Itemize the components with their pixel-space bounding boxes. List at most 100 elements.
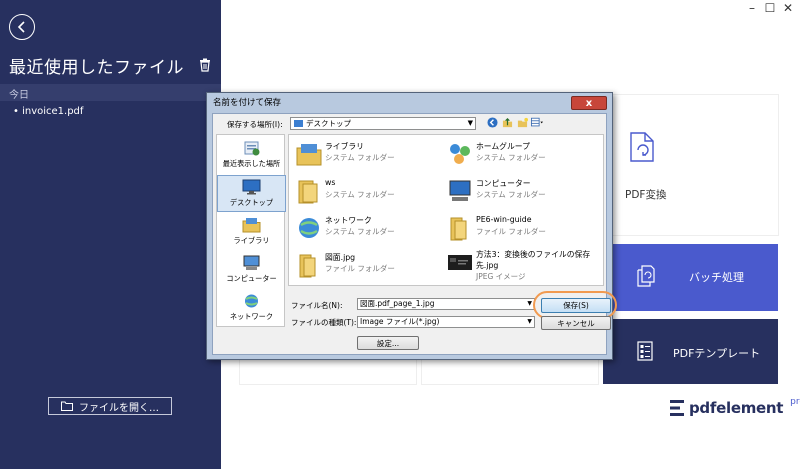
file-type: システム フォルダー	[476, 153, 546, 162]
open-file-label: ファイルを開く…	[79, 402, 159, 414]
file-type: システム フォルダー	[325, 153, 395, 162]
filename-label: ファイル名(N):	[291, 301, 343, 310]
desktop-icon	[242, 179, 261, 195]
folder-open-icon	[61, 401, 73, 411]
place-library[interactable]: ライブラリ	[217, 214, 286, 251]
file-name: PE6-win-guide	[476, 215, 532, 224]
location-select[interactable]: デスクトップ ▼	[290, 117, 476, 130]
minimize-icon[interactable]: –	[746, 1, 758, 15]
save-as-dialog: 名前を付けて保存 x 保存する場所(I): デスクトップ ▼ 最近表示した場所 …	[206, 92, 617, 360]
computer-icon	[449, 180, 471, 201]
homegroup-icon	[450, 144, 470, 164]
file-name: 方法3：変換後のファイルの保存	[476, 250, 591, 259]
chevron-down-icon: ▼	[527, 318, 532, 325]
pdf-template-card[interactable]: PDFテンプレート	[603, 319, 778, 384]
filetype-select[interactable]: Image ファイル(*.jpg) ▼	[357, 316, 535, 328]
brand-logo: pdfelement pro	[670, 397, 800, 417]
save-button[interactable]: 保存(S)	[541, 298, 611, 313]
file-item[interactable]: ライブラリ システム フォルダー	[293, 139, 443, 172]
open-file-button[interactable]: ファイルを開く…	[48, 397, 172, 415]
dialog-close-button[interactable]: x	[571, 96, 607, 110]
file-type: システム フォルダー	[476, 190, 546, 199]
dialog-body: 保存する場所(I): デスクトップ ▼ 最近表示した場所 デスクトップ ライブラ…	[212, 113, 617, 355]
folder-icon	[450, 217, 467, 241]
pdf-convert-icon	[630, 132, 654, 162]
trash-icon[interactable]	[199, 58, 211, 72]
file-list: ライブラリ システム フォルダー ホームグループ システム フォルダー ws シ…	[288, 134, 604, 286]
window-controls: – ☐ ✕	[746, 1, 794, 15]
file-type: JPEG イメージ	[476, 272, 526, 281]
place-network-label: ネットワーク	[229, 312, 274, 321]
file-name: 図面.jpg	[325, 253, 356, 262]
back-nav-icon[interactable]	[486, 116, 498, 128]
library-icon	[296, 144, 322, 166]
place-computer[interactable]: コンピューター	[217, 252, 286, 289]
place-desktop[interactable]: デスクトップ	[217, 175, 286, 212]
recent-file-name: invoice1.pdf	[22, 106, 84, 117]
template-label: PDFテンプレート	[673, 347, 761, 360]
pdf-convert-label: PDF変換	[625, 189, 667, 201]
filetype-label: ファイルの種類(T):	[291, 318, 357, 327]
batch-process-card[interactable]: バッチ処理	[603, 244, 778, 311]
dialog-nav-toolbar	[486, 116, 543, 128]
save-in-label: 保存する場所(I):	[227, 120, 283, 129]
place-network[interactable]: ネットワーク	[217, 290, 286, 327]
template-icon	[637, 341, 653, 361]
location-value: デスクトップ	[306, 119, 351, 128]
pdf-convert-card[interactable]: PDF変換	[603, 95, 778, 235]
place-computer-label: コンピューター	[226, 274, 277, 283]
filetype-value: Image ファイル(*.jpg)	[360, 317, 440, 326]
view-menu-icon[interactable]	[531, 116, 543, 128]
chevron-down-icon: ▼	[467, 119, 473, 127]
file-type: ファイル フォルダー	[325, 264, 395, 273]
file-name: ホームグループ	[476, 142, 530, 151]
maximize-icon[interactable]: ☐	[764, 1, 776, 15]
back-button[interactable]	[9, 14, 35, 40]
today-section-header: 今日	[0, 84, 221, 101]
file-item[interactable]: ws システム フォルダー	[293, 176, 443, 209]
pdfelement-logo-icon	[670, 400, 684, 416]
user-folder-icon	[298, 180, 318, 204]
filename-value: 図面.pdf_page_1.jpg	[360, 299, 435, 308]
folder-icon	[299, 254, 316, 278]
up-folder-icon[interactable]	[501, 116, 513, 128]
desktop-small-icon	[294, 120, 303, 127]
file-item[interactable]: 方法3：変換後のファイルの保存 先.jpg JPEG イメージ	[444, 247, 594, 281]
recent-files-panel: 最近使用したファイル 今日 • invoice1.pdf ファイルを開く…	[0, 0, 221, 469]
recent-file-item[interactable]: • invoice1.pdf	[13, 106, 83, 117]
file-name: ライブラリ	[325, 142, 364, 151]
file-type: システム フォルダー	[325, 227, 395, 236]
image-thumbnail-icon	[448, 255, 472, 270]
file-name: コンピューター	[476, 179, 531, 188]
back-arrow-icon	[17, 21, 25, 33]
file-name: ネットワーク	[325, 216, 372, 225]
place-library-label: ライブラリ	[233, 236, 270, 245]
cancel-button[interactable]: キャンセル	[541, 316, 611, 330]
file-item[interactable]: ネットワーク システム フォルダー	[293, 213, 443, 246]
file-item[interactable]: コンピューター システム フォルダー	[444, 176, 594, 209]
computer-icon	[243, 255, 260, 270]
file-name-line2: 先.jpg	[476, 261, 499, 270]
file-name: ws	[325, 178, 336, 187]
place-recent[interactable]: 最近表示した場所	[217, 137, 286, 174]
network-icon	[245, 294, 258, 308]
file-item[interactable]: PE6-win-guide ファイル フォルダー	[444, 213, 594, 246]
network-icon	[299, 218, 319, 238]
recent-places-icon	[244, 141, 260, 156]
new-folder-icon[interactable]	[516, 116, 528, 128]
close-icon[interactable]: ✕	[782, 1, 794, 15]
batch-icon	[637, 265, 655, 287]
library-icon	[242, 218, 261, 233]
places-sidebar: 最近表示した場所 デスクトップ ライブラリ コンピューター ネットワーク	[216, 134, 286, 327]
settings-button[interactable]: 設定...	[357, 336, 419, 350]
filename-input[interactable]: 図面.pdf_page_1.jpg ▼	[357, 298, 535, 310]
brand-edition: pro	[790, 397, 800, 407]
place-recent-label: 最近表示した場所	[222, 159, 281, 168]
file-type: ファイル フォルダー	[476, 227, 546, 236]
panel-title: 最近使用したファイル	[9, 58, 184, 78]
dialog-title: 名前を付けて保存	[213, 98, 282, 108]
file-item[interactable]: ホームグループ システム フォルダー	[444, 139, 594, 172]
file-item[interactable]: 図面.jpg ファイル フォルダー	[293, 250, 443, 283]
today-label: 今日	[9, 90, 29, 101]
batch-label: バッチ処理	[689, 271, 744, 284]
